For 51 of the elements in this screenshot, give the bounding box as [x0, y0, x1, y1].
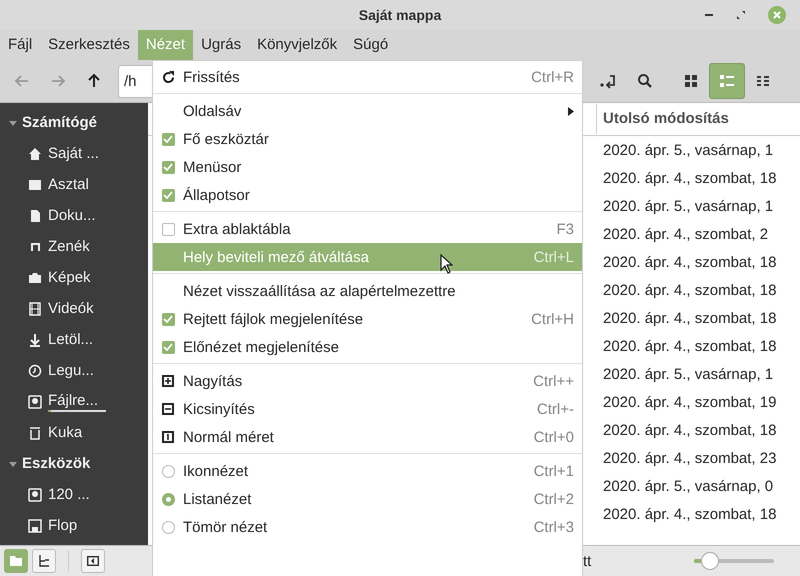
- sidebar-item[interactable]: 120 ...: [48, 486, 90, 503]
- sidebar-item[interactable]: Képek: [48, 269, 91, 286]
- window-title: Saját mappa: [358, 7, 442, 23]
- menu-item[interactable]: Előnézet megjelenítése: [153, 333, 582, 361]
- column-header[interactable]: Utolsó módosítás: [596, 104, 729, 134]
- sidebar-item[interactable]: Letöl...: [48, 331, 94, 348]
- table-cell: 2020. ápr. 4., szombat, 18: [603, 254, 776, 270]
- sidebar-item[interactable]: Asztal: [48, 176, 89, 193]
- table-cell: 2020. ápr. 4., szombat, 18: [603, 282, 776, 298]
- sidebar-item[interactable]: Legu...: [48, 362, 94, 379]
- menu-item[interactable]: Rejtett fájlok megjelenítése Ctrl+H: [153, 305, 582, 333]
- menu-item[interactable]: Kicsinyítés Ctrl+-: [153, 395, 582, 423]
- menu-item[interactable]: Extra ablaktábla F3: [153, 215, 582, 243]
- sidebar-item[interactable]: Zenék: [48, 238, 90, 255]
- table-cell: 2020. ápr. 5., vasárnap, 1: [603, 142, 774, 158]
- table-cell: 2020. ápr. 4., szombat, 18: [603, 338, 776, 354]
- menu-item[interactable]: Szerkesztés: [40, 30, 138, 60]
- menu-item[interactable]: Normál méret Ctrl+0: [153, 423, 582, 451]
- menu-item[interactable]: Állapotsor: [153, 181, 582, 209]
- status-text: tt: [583, 552, 592, 570]
- table-cell: 2020. ápr. 5., vasárnap, 1: [603, 366, 774, 382]
- table-cell: 2020. ápr. 5., vasárnap, 0: [603, 478, 774, 494]
- menu-item[interactable]: Oldalsáv: [153, 97, 582, 125]
- sidebar-item[interactable]: Videók: [48, 300, 94, 317]
- menu-item[interactable]: Listanézet Ctrl+2: [153, 485, 582, 513]
- menu-item[interactable]: Menüsor: [153, 153, 582, 181]
- menu-item[interactable]: Tömör nézet Ctrl+3: [153, 513, 582, 541]
- menu-item[interactable]: Könyvjelzők: [249, 30, 346, 60]
- sidebar-item[interactable]: Fájlre...: [48, 392, 106, 408]
- section-header: Eszközök: [22, 455, 90, 472]
- menu-item[interactable]: Frissítés Ctrl+R: [153, 63, 582, 91]
- menu-item[interactable]: Nagyítás Ctrl++: [153, 367, 582, 395]
- sidebar-item[interactable]: Kuka: [48, 424, 82, 441]
- sidebar-item[interactable]: Doku...: [48, 207, 96, 224]
- sidebar-item[interactable]: Saját ...: [48, 145, 99, 162]
- table-cell: 2020. ápr. 4., szombat, 18: [603, 170, 776, 186]
- menu-item[interactable]: Ikonnézet Ctrl+1: [153, 457, 582, 485]
- table-cell: 2020. ápr. 4., szombat, 18: [603, 310, 776, 326]
- sidebar-item[interactable]: Flop: [48, 517, 78, 534]
- section-header: Számítógé: [22, 114, 98, 131]
- table-cell: 2020. ápr. 4., szombat, 18: [603, 506, 776, 522]
- table-cell: 2020. ápr. 4., szombat, 18: [603, 422, 776, 438]
- table-cell: 2020. ápr. 4., szombat, 2: [603, 226, 768, 242]
- menu-item[interactable]: Nézet visszaállítása az alapértelmezettre: [153, 277, 582, 305]
- menu-item[interactable]: Súgó: [345, 30, 396, 60]
- menu-item[interactable]: Fájl: [0, 30, 40, 60]
- table-cell: 2020. ápr. 4., szombat, 19: [603, 394, 776, 410]
- menu-item[interactable]: Fő eszköztár: [153, 125, 582, 153]
- menu-item[interactable]: Ugrás: [193, 30, 250, 60]
- table-cell: 2020. ápr. 5., vasárnap, 1: [603, 198, 774, 214]
- table-cell: 2020. ápr. 4., szombat, 23: [603, 450, 776, 466]
